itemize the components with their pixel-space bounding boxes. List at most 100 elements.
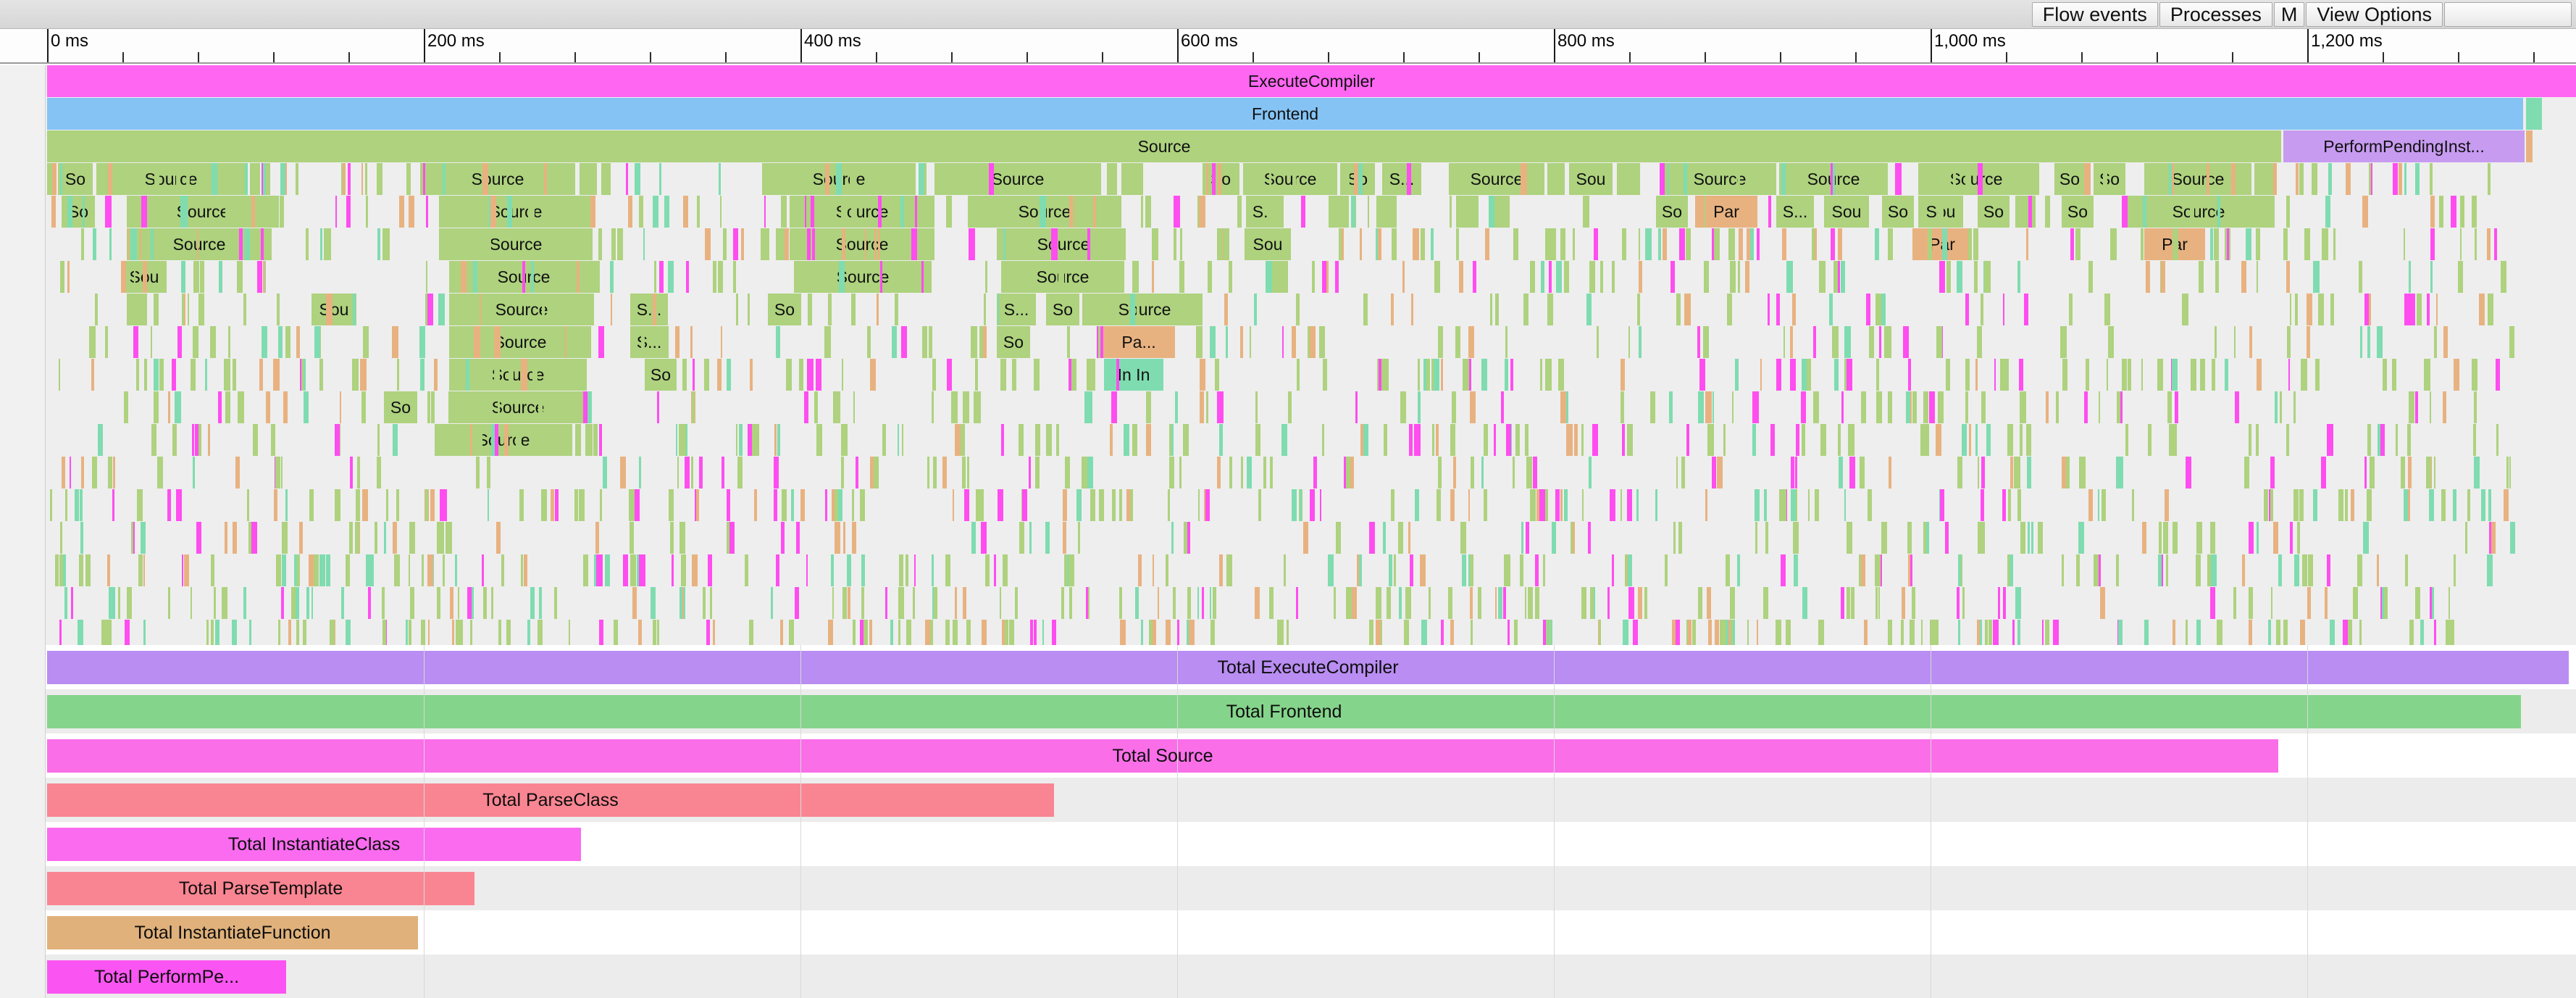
flame-bar-sliver[interactable]: [1169, 457, 1174, 488]
flame-bar-sliver[interactable]: [1895, 163, 1902, 195]
flame-bar-sliver[interactable]: [919, 163, 924, 195]
flame-bar-sliver[interactable]: [1644, 587, 1647, 619]
flame-bar-small[interactable]: [2526, 98, 2542, 130]
flame-bar-sliver[interactable]: [605, 554, 610, 586]
flame-bar-sliver[interactable]: [177, 326, 182, 358]
flame-bar-sliver[interactable]: [1521, 522, 1523, 554]
flame-bar-sliver[interactable]: [211, 554, 214, 586]
flame-bar-sliver[interactable]: [554, 587, 558, 619]
flame-bar-sliver[interactable]: [835, 522, 840, 554]
flame-bar-sliver[interactable]: [626, 163, 628, 195]
flame-bar-sliver[interactable]: [1986, 424, 1991, 456]
flame-bar-sliver[interactable]: [1084, 391, 1090, 423]
flame-bar-sliver[interactable]: [524, 554, 527, 586]
flame-bar-sliver[interactable]: [2020, 424, 2023, 456]
flame-bar-sliver[interactable]: [575, 424, 581, 456]
flame-bar-sliver[interactable]: [1288, 391, 1292, 423]
flame-bar-sliver[interactable]: [320, 228, 322, 260]
flame-bar-sliver[interactable]: [85, 554, 91, 586]
flame-bar-sliver[interactable]: [1478, 587, 1481, 619]
flame-bar-source[interactable]: Source: [449, 294, 594, 325]
flame-bar-sliver[interactable]: [664, 196, 669, 228]
flame-bar-sliver[interactable]: [1470, 391, 1475, 423]
flame-bar-sliver[interactable]: [1019, 522, 1024, 554]
flame-bar-sliver[interactable]: [2128, 359, 2131, 391]
flame-bar-sliver[interactable]: [551, 163, 556, 195]
flame-bar-sliver[interactable]: [1234, 163, 1239, 195]
flame-bar-sliver[interactable]: [2304, 228, 2310, 260]
flame-bar-sliver[interactable]: [2019, 359, 2023, 391]
flame-bar-sliver[interactable]: [1813, 391, 1819, 423]
flame-bar-sliver[interactable]: [419, 326, 425, 358]
flame-bar-sliver[interactable]: [2169, 424, 2173, 456]
flame-bar-sliver[interactable]: [1456, 228, 1459, 260]
flame-bar-sliver[interactable]: [1621, 391, 1624, 423]
flame-bar-sliver[interactable]: [2467, 489, 2470, 521]
flame-bar-source[interactable]: Source: [794, 261, 932, 293]
flame-bar-sliver[interactable]: [1981, 294, 1983, 325]
flame-bar-sliver[interactable]: [878, 196, 882, 228]
flame-bar-sliver[interactable]: [2082, 457, 2086, 488]
flame-bar-sliver[interactable]: [448, 391, 453, 423]
flame-bar-sliver[interactable]: [335, 196, 337, 228]
flame-bar-sliver[interactable]: [1241, 457, 1243, 488]
flame-bar-sliver[interactable]: [835, 489, 838, 521]
flame-bar-sliver[interactable]: [1229, 261, 1232, 293]
flame-bar-sliver[interactable]: [1612, 261, 1615, 293]
flame-bar-small[interactable]: [1121, 163, 1143, 195]
flame-bar-sliver[interactable]: [1294, 163, 1296, 195]
flame-bar-sliver[interactable]: [641, 326, 645, 358]
flame-bar-sliver[interactable]: [1869, 326, 1875, 358]
flame-bar-sliver[interactable]: [488, 228, 491, 260]
flame-bar-sliver[interactable]: [1110, 424, 1113, 456]
flame-bar-sliver[interactable]: [2396, 424, 2398, 456]
flame-bar-sliver[interactable]: [2345, 489, 2349, 521]
flame-bar-sliver[interactable]: [1490, 294, 1492, 325]
flame-bar-sliver[interactable]: [2190, 196, 2194, 228]
flame-bar-sliver[interactable]: [1069, 554, 1075, 586]
flame-bar-sliver[interactable]: [138, 554, 143, 586]
flame-bar-sliver[interactable]: [1634, 163, 1640, 195]
flame-bar-sliver[interactable]: [2143, 196, 2147, 228]
flame-bar-s[interactable]: S...: [997, 294, 1036, 325]
flame-bar-sliver[interactable]: [2211, 554, 2216, 586]
flame-bar-sliver[interactable]: [2166, 554, 2168, 586]
flame-bar-sliver[interactable]: [1505, 326, 1507, 358]
flame-bar-sliver[interactable]: [2010, 554, 2013, 586]
flame-bar-sliver[interactable]: [473, 261, 477, 293]
flame-bar-sliver[interactable]: [1379, 359, 1381, 391]
flame-bar-sliver[interactable]: [1978, 457, 1979, 488]
flame-bar-sliver[interactable]: [1383, 359, 1389, 391]
flame-bar-sliver[interactable]: [1919, 196, 1921, 228]
flame-bar-sliver[interactable]: [191, 587, 192, 619]
flame-bar-sliver[interactable]: [2162, 554, 2163, 586]
flame-bar-sliver[interactable]: [1405, 587, 1411, 619]
flame-bar-sliver[interactable]: [2217, 196, 2220, 228]
flame-bar-sliver[interactable]: [1370, 522, 1374, 554]
flame-bar-sliver[interactable]: [2069, 294, 2073, 325]
flame-bar-s[interactable]: S...: [630, 294, 668, 325]
flame-bar-sliver[interactable]: [79, 554, 83, 586]
flame-bar-sliver[interactable]: [2312, 163, 2317, 195]
flame-bar-sliver[interactable]: [411, 587, 414, 619]
flame-bar-sliver[interactable]: [2286, 261, 2290, 293]
flame-bar-sliver[interactable]: [593, 424, 598, 456]
flame-bar-sliver[interactable]: [132, 196, 133, 228]
flame-bar-sliver[interactable]: [2088, 261, 2093, 293]
flame-bar-sliver[interactable]: [1322, 261, 1326, 293]
flame-bar-sliver[interactable]: [283, 391, 288, 423]
flame-bar-sliver[interactable]: [2367, 424, 2371, 456]
flame-bar-sliver[interactable]: [450, 522, 452, 554]
flame-bar-sliver[interactable]: [2496, 424, 2498, 456]
flame-bar-small[interactable]: [1107, 163, 1117, 195]
flame-bar-sliver[interactable]: [1029, 457, 1031, 488]
flame-bar-sliver[interactable]: [1219, 424, 1223, 456]
flame-bar-sliver[interactable]: [134, 261, 135, 293]
flame-bar-sliver[interactable]: [882, 424, 886, 456]
flame-bar-sliver[interactable]: [1001, 424, 1004, 456]
flame-bar-sliver[interactable]: [1418, 359, 1421, 391]
flame-bar-sliver[interactable]: [1974, 261, 1977, 293]
flame-bar-sliver[interactable]: [243, 587, 246, 619]
flame-bar-sliver[interactable]: [118, 587, 120, 619]
flame-bar-sliver[interactable]: [1786, 261, 1793, 293]
